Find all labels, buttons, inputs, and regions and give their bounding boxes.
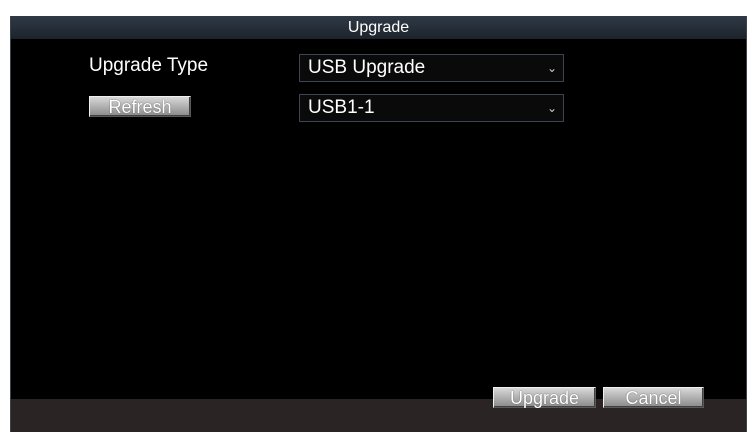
chevron-down-icon: ⌄	[546, 61, 557, 75]
upgrade-dialog: Upgrade Upgrade Type USB Upgrade ⌄ Refre…	[10, 16, 747, 432]
chevron-down-icon: ⌄	[546, 101, 557, 115]
upgrade-type-value: USB Upgrade	[308, 57, 426, 78]
upgrade-type-label: Upgrade Type	[89, 55, 209, 76]
dialog-title: Upgrade	[11, 16, 746, 39]
usb-device-select[interactable]: USB1-1 ⌄	[299, 94, 564, 122]
upgrade-button[interactable]: Upgrade	[493, 387, 596, 408]
usb-device-value: USB1-1	[308, 97, 375, 118]
upgrade-type-select[interactable]: USB Upgrade ⌄	[299, 54, 564, 82]
refresh-button[interactable]: Refresh	[89, 96, 191, 117]
cancel-button[interactable]: Cancel	[603, 387, 704, 408]
